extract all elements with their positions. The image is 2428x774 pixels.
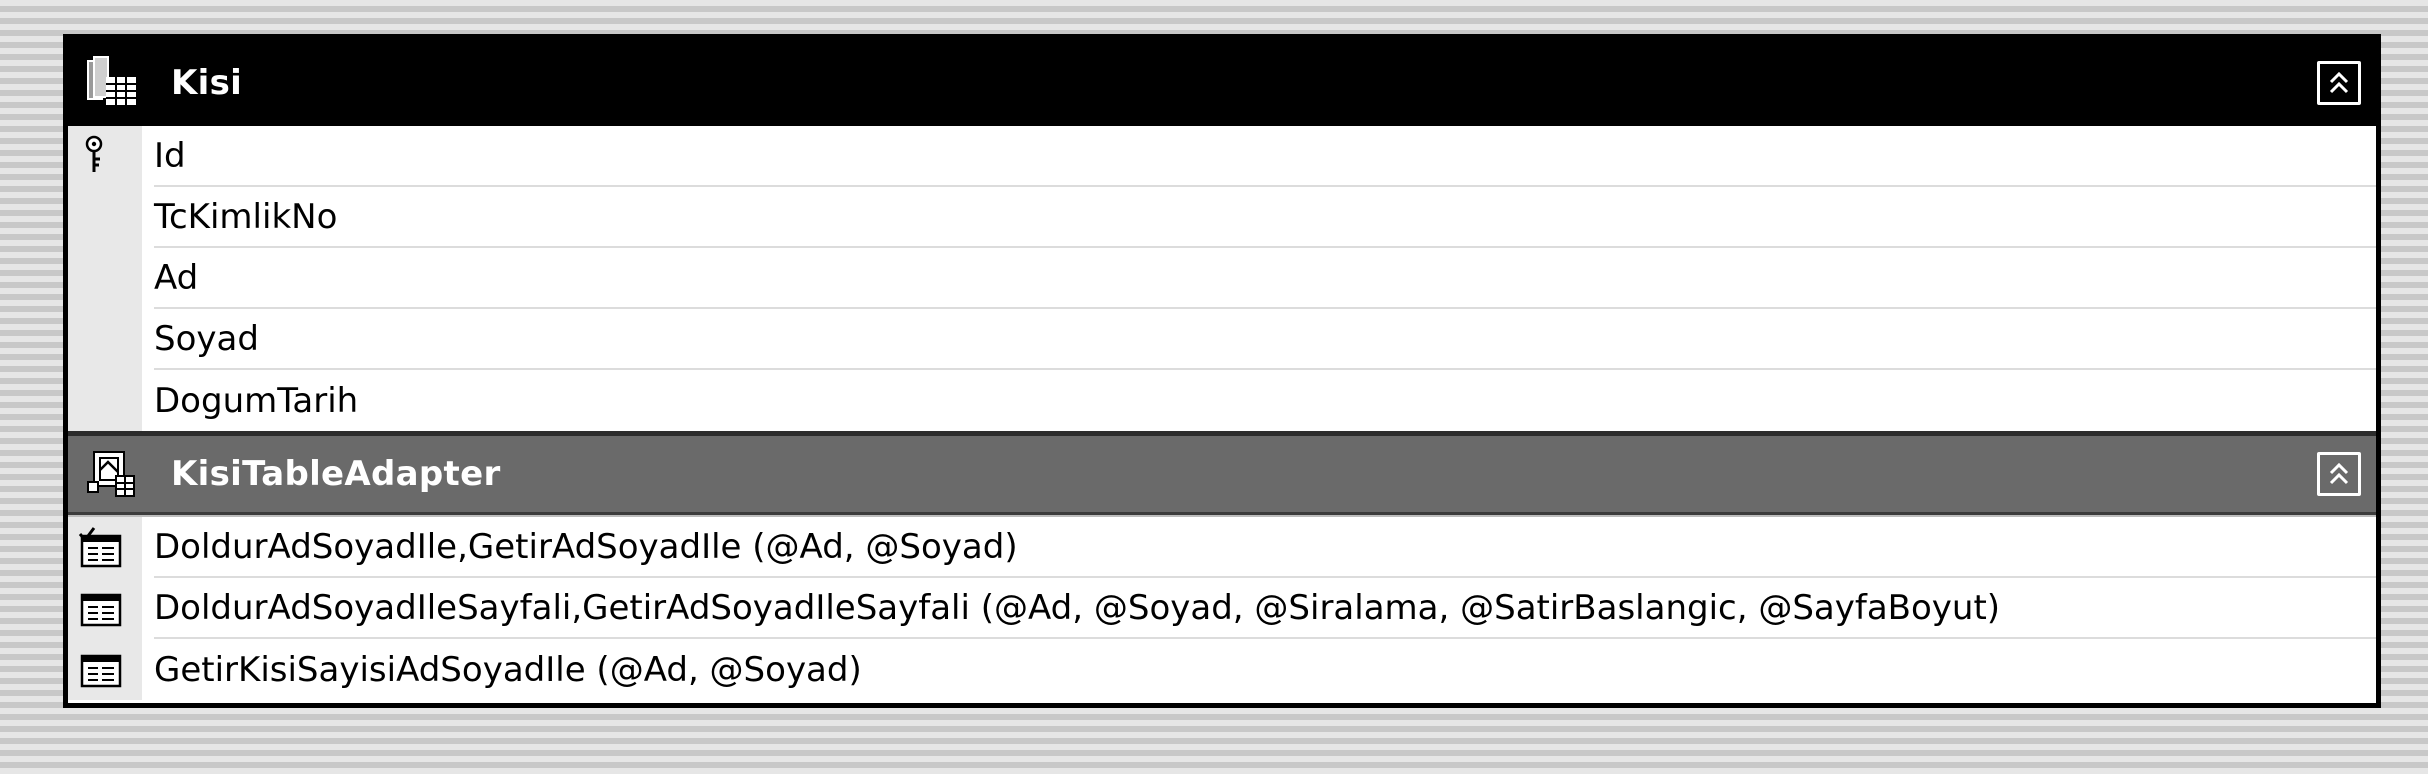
column-name: Id: [154, 126, 2376, 187]
column-name: TcKimlikNo: [154, 187, 2376, 248]
query-name: GetirKisiSayisiAdSoyadIle (@Ad, @Soyad): [154, 649, 862, 690]
datatable-header[interactable]: Kisi: [68, 39, 2376, 126]
row-gutter: [68, 248, 142, 309]
collapse-tableadapter-button[interactable]: [2317, 452, 2361, 496]
tableadapter-title: KisiTableAdapter: [171, 454, 501, 494]
chevron-double-up-icon: [2329, 71, 2349, 93]
column-row[interactable]: TcKimlikNo: [68, 187, 2376, 248]
primary-key-icon: [78, 134, 114, 178]
column-list: Id TcKimlikNo Ad Soyad DogumTarih: [68, 126, 2376, 431]
column-name: DogumTarih: [154, 380, 359, 421]
column-row[interactable]: DogumTarih: [68, 370, 2376, 431]
query-icon: [78, 587, 122, 631]
query-icon: [78, 648, 122, 692]
tableadapter-header[interactable]: KisiTableAdapter: [68, 431, 2376, 515]
datatable-icon: [84, 55, 142, 111]
column-name: Soyad: [154, 309, 2376, 370]
collapse-datatable-button[interactable]: [2317, 60, 2361, 105]
chevron-double-up-icon: [2329, 462, 2349, 485]
table-adapter-icon: [84, 446, 142, 502]
query-row[interactable]: GetirKisiSayisiAdSoyadIle (@Ad, @Soyad): [68, 639, 2376, 700]
row-gutter: [68, 370, 142, 431]
query-row[interactable]: DoldurAdSoyadIle,GetirAdSoyadIle (@Ad, @…: [68, 515, 2376, 578]
query-list: DoldurAdSoyadIle,GetirAdSoyadIle (@Ad, @…: [68, 515, 2376, 700]
query-name: DoldurAdSoyadIleSayfali,GetirAdSoyadIleS…: [154, 578, 2376, 639]
query-default-icon: [78, 526, 122, 570]
row-gutter: [68, 187, 142, 248]
query-row[interactable]: DoldurAdSoyadIleSayfali,GetirAdSoyadIleS…: [68, 578, 2376, 639]
column-row[interactable]: Ad: [68, 248, 2376, 309]
datatable-title: Kisi: [171, 62, 243, 103]
column-row[interactable]: Id: [68, 126, 2376, 187]
column-name: Ad: [154, 248, 2376, 309]
query-name: DoldurAdSoyadIle,GetirAdSoyadIle (@Ad, @…: [154, 517, 2376, 578]
datatable-designer[interactable]: Kisi Id TcKimlikNo Ad Soyad DogumTarih K…: [63, 34, 2381, 708]
row-gutter: [68, 309, 142, 370]
column-row[interactable]: Soyad: [68, 309, 2376, 370]
